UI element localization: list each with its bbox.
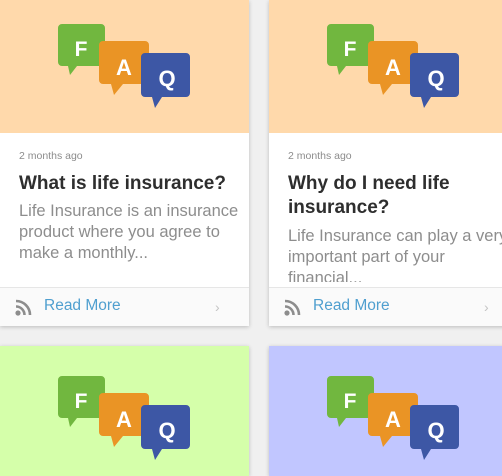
faq-letter-q: Q: [158, 418, 175, 443]
card-footer: Read More ›: [269, 287, 502, 326]
post-date: 2 months ago: [19, 150, 83, 162]
faq-letter-a: A: [116, 55, 132, 80]
article-card: F A Q: [269, 346, 502, 476]
article-card: F A Q 2 months ago What is life insuranc…: [0, 0, 249, 326]
faq-letter-f: F: [75, 38, 88, 61]
faq-letter-q: Q: [427, 418, 444, 443]
faq-letter-f: F: [344, 38, 357, 61]
article-card: F A Q 2 months ago Why do I need life in…: [269, 0, 502, 326]
faq-logo-icon: F A Q: [58, 24, 190, 108]
faq-letter-a: A: [116, 407, 132, 432]
read-more-link[interactable]: Read More: [44, 297, 121, 315]
faq-thumbnail[interactable]: F A Q: [0, 0, 249, 133]
faq-thumbnail[interactable]: F A Q: [269, 0, 502, 133]
faq-letter-f: F: [344, 390, 357, 413]
post-excerpt: Life Insurance can play a very important…: [288, 227, 502, 282]
rss-icon[interactable]: [284, 299, 301, 316]
faq-logo-icon: F A Q: [58, 376, 190, 460]
article-card: F A Q: [0, 346, 249, 476]
faq-thumbnail[interactable]: F A Q: [0, 346, 249, 476]
faq-logo-icon: F A Q: [327, 376, 459, 460]
faq-logo-icon: F A Q: [327, 24, 459, 108]
post-date: 2 months ago: [288, 150, 352, 162]
chevron-right-icon[interactable]: ›: [484, 299, 489, 315]
faq-letter-a: A: [385, 55, 401, 80]
post-title[interactable]: Why do I need life insurance?: [288, 172, 502, 220]
faq-letter-f: F: [75, 390, 88, 413]
post-excerpt: Life Insurance is an insurance product w…: [19, 202, 239, 262]
rss-icon[interactable]: [15, 299, 32, 316]
faq-letter-q: Q: [427, 66, 444, 91]
faq-letter-a: A: [385, 407, 401, 432]
post-title[interactable]: What is life insurance?: [19, 172, 241, 196]
chevron-right-icon[interactable]: ›: [215, 299, 220, 315]
card-footer: Read More ›: [0, 287, 249, 326]
faq-letter-q: Q: [158, 66, 175, 91]
read-more-link[interactable]: Read More: [313, 297, 390, 315]
faq-thumbnail[interactable]: F A Q: [269, 346, 502, 476]
